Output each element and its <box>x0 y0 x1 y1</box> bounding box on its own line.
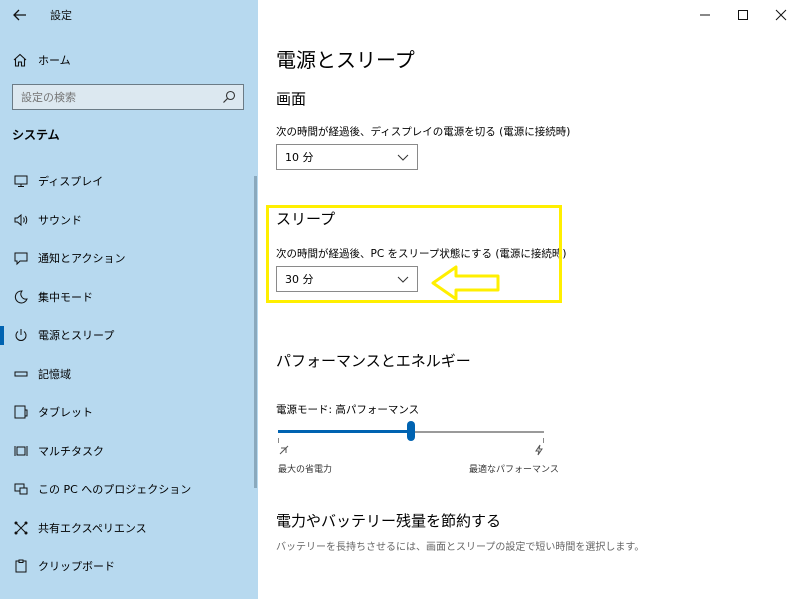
titlebar-left: 設定 <box>0 0 258 30</box>
power-mode-label: 電源モード: 高パフォーマンス <box>276 404 420 416</box>
app-title: 設定 <box>50 9 72 22</box>
power-mode-slider-fill <box>278 430 411 433</box>
highlight-box <box>266 205 562 303</box>
sidebar-item-multitask[interactable]: マルチタスク <box>0 432 258 471</box>
sidebar-item-shared[interactable]: 共有エクスペリエンス <box>0 509 258 548</box>
sidebar-item-power-sleep[interactable]: 電源とスリープ <box>0 316 258 355</box>
sidebar-item-projection[interactable]: この PC へのプロジェクション <box>0 470 258 509</box>
power-mode-slider-thumb[interactable] <box>407 421 415 441</box>
clipboard-icon <box>12 557 30 575</box>
screen-timeout-value: 10 分 <box>285 151 314 164</box>
sidebar-item-label: 集中モード <box>38 290 93 304</box>
monitor-icon <box>12 172 30 190</box>
slider-tick-end <box>543 438 544 443</box>
sidebar-item-label: 共有エクスペリエンス <box>38 521 147 535</box>
sidebar-item-focus[interactable]: 集中モード <box>0 278 258 317</box>
sidebar: 設定 ホーム システム ディスプレイ サウンド 通知とアクション 集中モード <box>0 0 258 599</box>
projection-icon <box>12 480 30 498</box>
sidebar-item-notifications[interactable]: 通知とアクション <box>0 239 258 278</box>
annotation-arrow-icon <box>431 265 500 301</box>
sidebar-item-label: 電源とスリープ <box>38 329 115 343</box>
chevron-down-icon <box>397 154 409 161</box>
battery-heading: 電力やバッテリー残量を節約する <box>276 512 502 530</box>
sidebar-item-label: クリップボード <box>38 560 115 574</box>
search-box[interactable] <box>12 84 244 110</box>
sidebar-scrollbar[interactable] <box>254 176 257 488</box>
performance-heading: パフォーマンスとエネルギー <box>276 352 471 370</box>
sidebar-item-sound[interactable]: サウンド <box>0 201 258 240</box>
home-icon <box>12 51 30 69</box>
sidebar-item-clipboard[interactable]: クリップボード <box>0 547 258 586</box>
slider-right-label: 最適なパフォーマンス <box>469 465 559 475</box>
sidebar-item-label: サウンド <box>38 213 82 227</box>
section-label: システム <box>12 128 60 142</box>
sidebar-item-label: マルチタスク <box>38 444 104 458</box>
sidebar-item-label: この PC へのプロジェクション <box>38 483 192 497</box>
storage-icon <box>12 365 30 383</box>
sidebar-item-display[interactable]: ディスプレイ <box>0 162 258 201</box>
multitask-icon <box>12 442 30 460</box>
back-button[interactable] <box>10 5 30 25</box>
search-icon[interactable] <box>221 89 237 105</box>
sidebar-item-label: 記憶域 <box>38 367 71 381</box>
search-input[interactable] <box>13 85 213 109</box>
screen-timeout-dropdown[interactable]: 10 分 <box>276 144 418 170</box>
shared-icon <box>12 519 30 537</box>
sidebar-item-label: タブレット <box>38 406 93 420</box>
moon-icon <box>12 288 30 306</box>
sidebar-item-label: 通知とアクション <box>38 252 126 266</box>
home-label: ホーム <box>38 54 71 67</box>
lightning-icon <box>535 444 543 456</box>
notification-icon <box>12 249 30 267</box>
battery-saver-icon <box>279 445 289 455</box>
sidebar-item-storage[interactable]: 記憶域 <box>0 355 258 394</box>
slider-tick-start <box>278 438 279 443</box>
battery-desc: バッテリーを長持ちさせるには、画面とスリープの設定で短い時間を選択します。 <box>276 542 645 553</box>
sidebar-item-label: ディスプレイ <box>38 175 104 189</box>
sidebar-item-tablet[interactable]: タブレット <box>0 393 258 432</box>
power-icon <box>12 326 30 344</box>
home-link[interactable]: ホーム <box>12 50 71 70</box>
slider-left-label: 最大の省電力 <box>278 465 333 475</box>
tablet-icon <box>12 403 30 421</box>
back-arrow-icon <box>13 9 26 21</box>
page-title: 電源とスリープ <box>276 48 415 72</box>
screen-desc: 次の時間が経過後、ディスプレイの電源を切る (電源に接続時) <box>276 126 571 138</box>
speaker-icon <box>12 211 30 229</box>
screen-heading: 画面 <box>276 90 307 108</box>
sidebar-nav: ディスプレイ サウンド 通知とアクション 集中モード 電源とスリープ 記憶域 タ… <box>0 162 258 586</box>
